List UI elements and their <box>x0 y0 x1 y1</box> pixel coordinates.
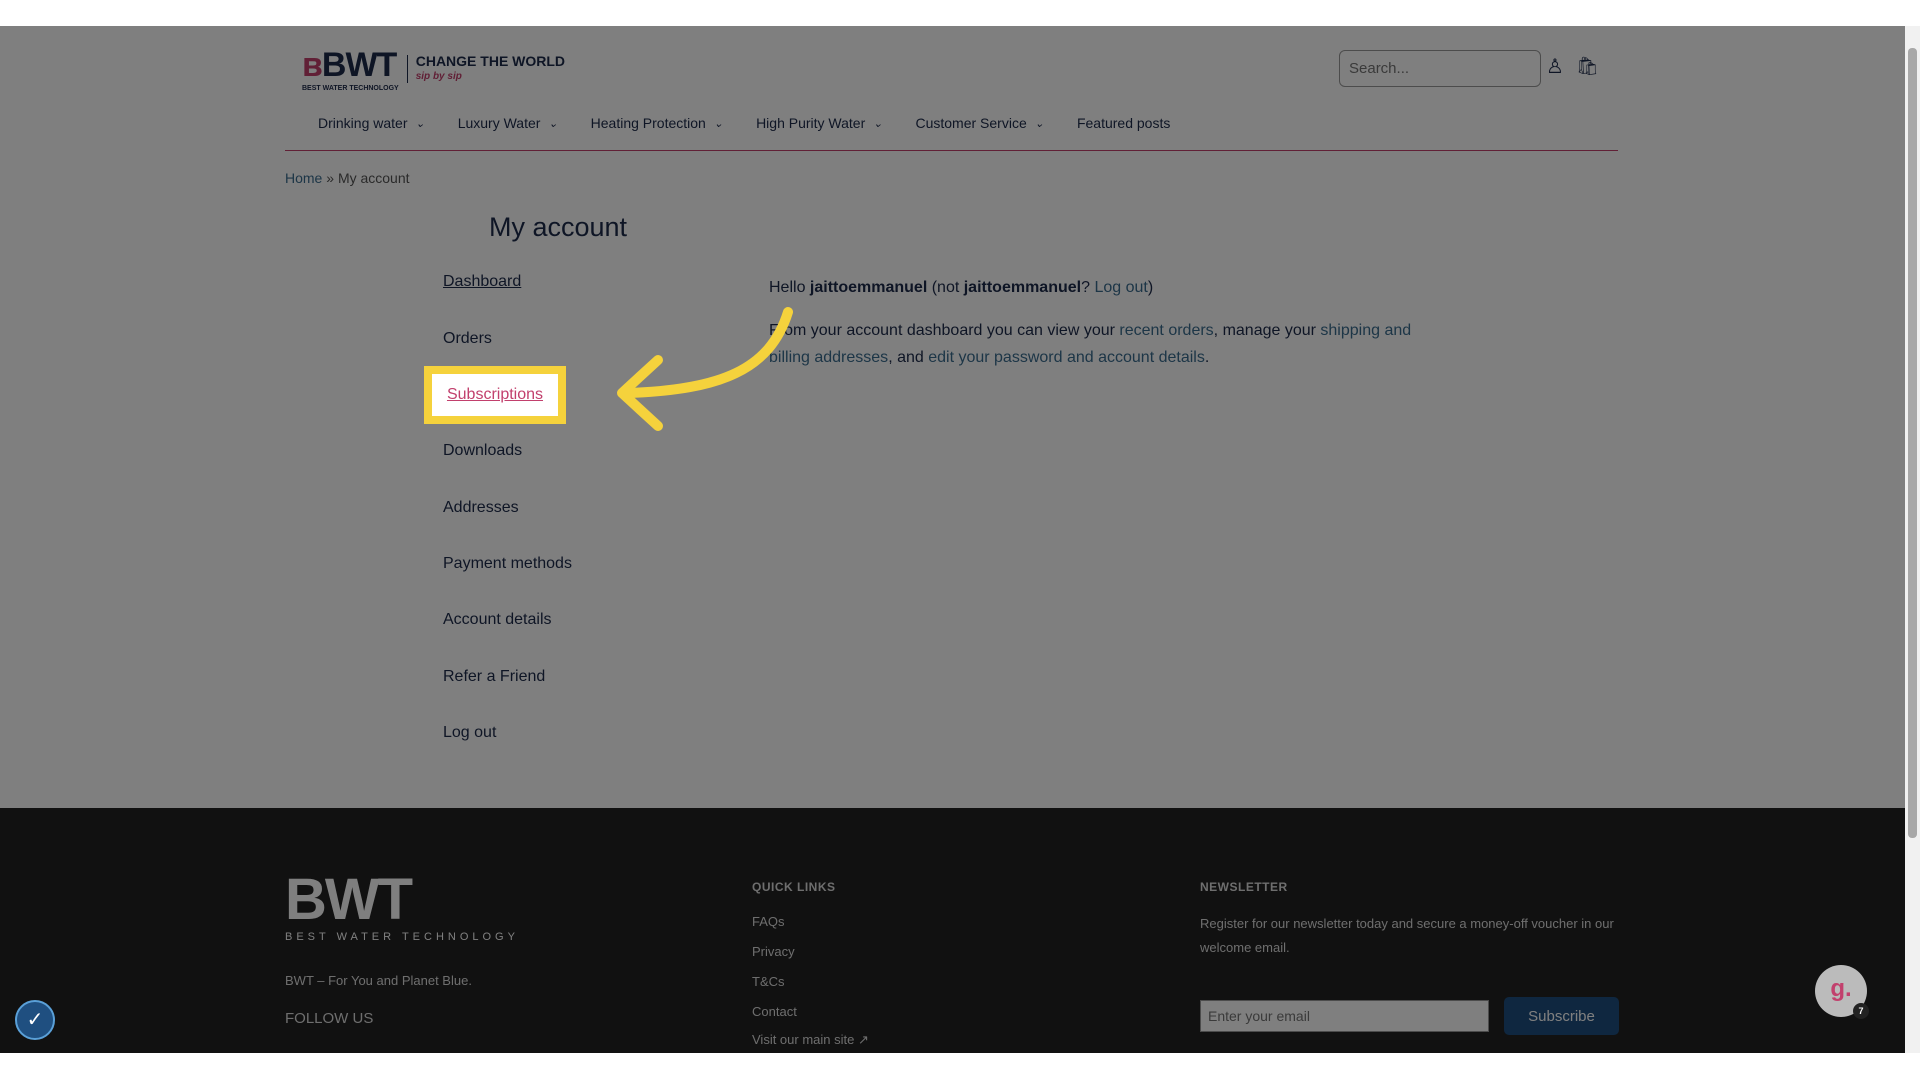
highlight-subscriptions[interactable]: Subscriptions <box>424 366 566 424</box>
chat-widget-button[interactable]: g. 7 <box>1815 965 1869 1019</box>
scrollbar-thumb[interactable] <box>1908 48 1917 838</box>
accessibility-icon[interactable]: ✓ <box>15 1000 55 1040</box>
arrow-pointer-icon <box>617 307 793 431</box>
bottom-band <box>0 1053 1920 1080</box>
top-band <box>0 0 1920 26</box>
subscriptions-link[interactable]: Subscriptions <box>447 386 543 404</box>
tutorial-overlay <box>0 26 1905 1053</box>
